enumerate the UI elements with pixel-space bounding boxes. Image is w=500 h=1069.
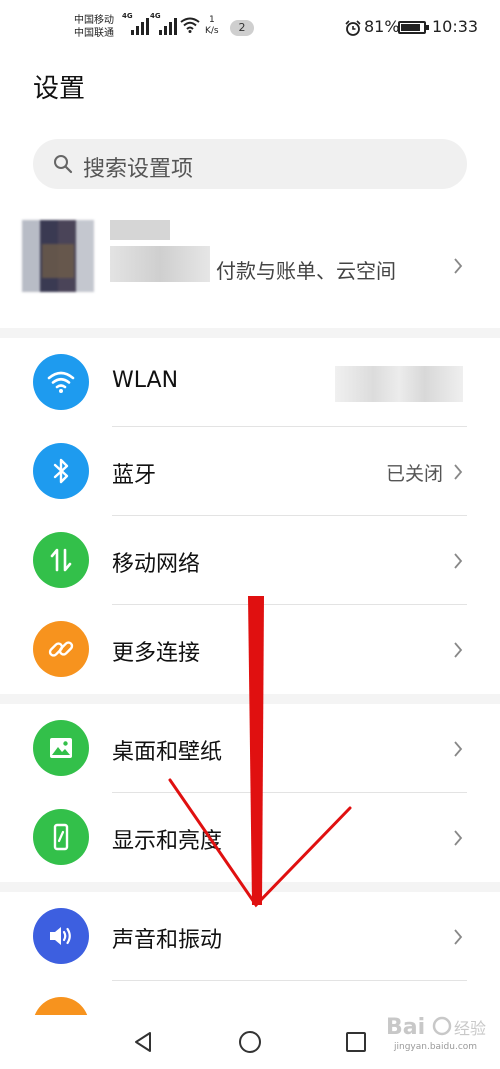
carrier-2: 中国联通 xyxy=(74,28,114,39)
section-separator xyxy=(0,328,500,338)
search-placeholder: 搜索设置项 xyxy=(83,157,194,182)
carrier-names: 中国移动 中国联通 xyxy=(74,14,114,40)
network-speed-unit: K/s xyxy=(205,26,219,36)
avatar xyxy=(22,220,94,292)
phone-brightness-icon xyxy=(33,809,89,865)
settings-item-label: 蓝牙 xyxy=(112,463,157,488)
signal-1-icon: 4G xyxy=(122,12,149,35)
notification-badge: 2 xyxy=(230,20,254,36)
account-name-redacted xyxy=(110,220,170,240)
settings-item-sound-vibration[interactable]: 声音和振动 xyxy=(0,892,500,981)
bluetooth-status: 已关闭 xyxy=(385,463,443,485)
speaker-icon xyxy=(33,908,89,964)
chevron-right-icon xyxy=(454,830,463,846)
search-input[interactable]: 搜索设置项 xyxy=(33,139,467,189)
settings-item-more-connections[interactable]: 更多连接 xyxy=(0,605,500,694)
settings-item-display-brightness[interactable]: 显示和亮度 xyxy=(0,793,500,882)
network-type-1: 4G xyxy=(122,12,133,20)
network-speed-value: 1 xyxy=(208,15,215,25)
settings-item-mobile-network[interactable]: 移动网络 xyxy=(0,516,500,605)
chevron-right-icon xyxy=(454,642,463,658)
network-type-2: 4G xyxy=(150,12,161,20)
wifi-icon xyxy=(33,354,89,410)
account-subtitle: 付款与账单、云空间 xyxy=(216,259,396,283)
wifi-status-icon xyxy=(180,17,200,33)
settings-item-label: WLAN xyxy=(112,368,179,393)
settings-item-desktop-wallpaper[interactable]: 桌面和壁纸 xyxy=(0,704,500,793)
settings-item-wlan[interactable]: WLAN xyxy=(0,338,500,427)
carrier-1: 中国移动 xyxy=(74,15,114,26)
page-title: 设置 xyxy=(33,74,86,104)
home-icon[interactable] xyxy=(238,1030,262,1054)
image-icon xyxy=(33,720,89,776)
account-row[interactable]: 付款与账单、云空间 xyxy=(0,200,500,328)
battery-icon xyxy=(398,21,429,34)
chevron-right-icon xyxy=(454,258,463,274)
settings-item-label: 移动网络 xyxy=(112,552,201,577)
search-icon xyxy=(54,155,73,174)
chevron-right-icon xyxy=(454,929,463,945)
svg-text:经验: 经验 xyxy=(454,1019,486,1038)
network-speed: 1 K/s xyxy=(205,15,219,37)
svg-text:Bai: Bai xyxy=(386,1015,425,1040)
status-bar: 中国移动 中国联通 4G 4G 1 K/s 2 81% 10:33 xyxy=(0,0,500,56)
watermark-url: jingyan.baidu.com xyxy=(394,1042,478,1052)
next-item-icon xyxy=(33,997,89,1015)
chevron-right-icon xyxy=(454,553,463,569)
settings-item-label: 更多连接 xyxy=(112,641,201,666)
signal-2-icon: 4G xyxy=(150,12,177,35)
alarm-icon xyxy=(345,20,361,36)
clock: 10:33 xyxy=(432,17,479,36)
wlan-network-redacted xyxy=(335,366,463,402)
mobile-data-icon xyxy=(33,532,89,588)
settings-item-label: 显示和亮度 xyxy=(112,829,223,854)
battery-percentage: 81% xyxy=(364,17,400,36)
settings-item-bluetooth[interactable]: 蓝牙 已关闭 xyxy=(0,427,500,516)
account-id-redacted xyxy=(110,246,210,282)
chevron-right-icon xyxy=(454,464,463,480)
settings-item-label: 桌面和壁纸 xyxy=(112,740,223,765)
section-separator xyxy=(0,882,500,892)
settings-item-label: 声音和振动 xyxy=(112,928,223,953)
recent-apps-icon[interactable] xyxy=(345,1031,367,1053)
chevron-right-icon xyxy=(454,741,463,757)
section-separator xyxy=(0,694,500,704)
link-icon xyxy=(33,621,89,677)
back-icon[interactable] xyxy=(132,1031,154,1053)
bluetooth-icon xyxy=(33,443,89,499)
